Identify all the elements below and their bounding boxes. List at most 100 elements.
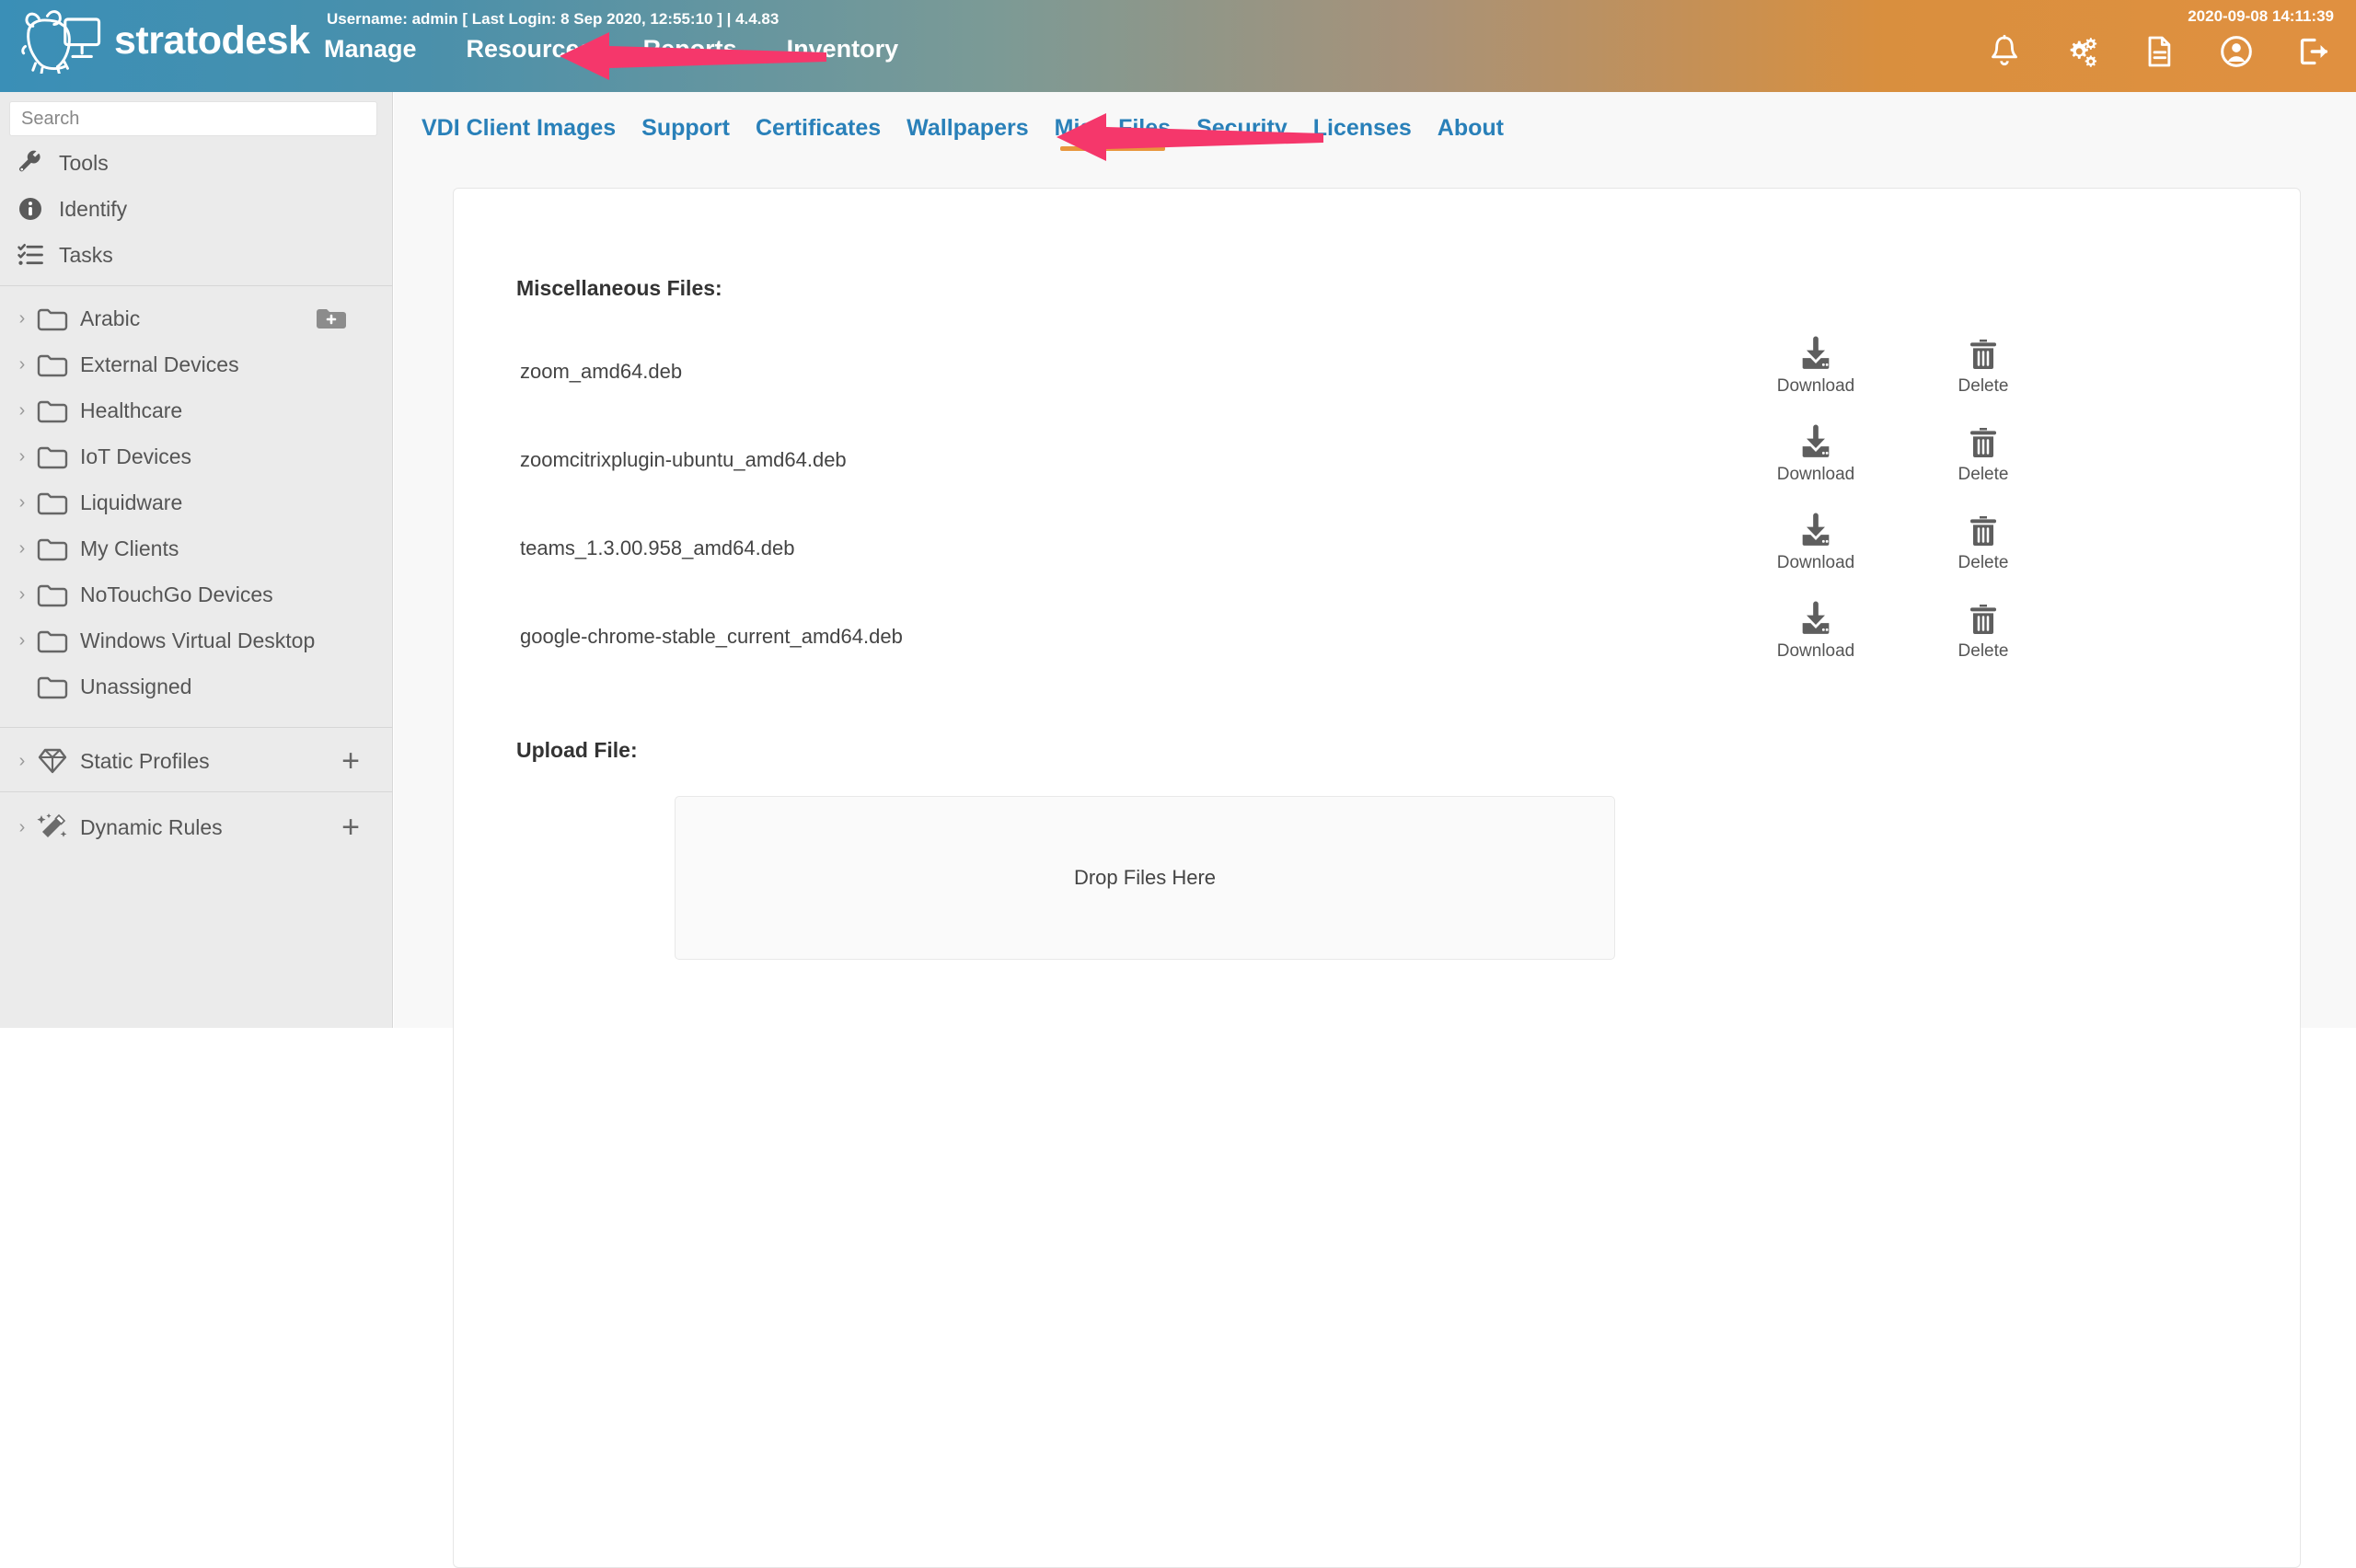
file-name: zoomcitrixplugin-ubuntu_amd64.deb — [520, 448, 847, 471]
sidebar-item-label: Tools — [59, 150, 109, 175]
chevron-right-icon[interactable]: › — [7, 493, 37, 512]
misc-files-card: Miscellaneous Files: zoom_amd64.deb Down… — [453, 188, 2301, 1568]
trash-icon — [1970, 516, 1996, 546]
tree-item-label: External Devices — [80, 352, 239, 376]
download-button[interactable]: Download — [1742, 336, 1889, 397]
sidebar-section-static-profiles[interactable]: › Static Profiles + — [0, 736, 392, 786]
add-folder-icon[interactable] — [316, 306, 347, 331]
download-label: Download — [1776, 376, 1855, 396]
misc-files-heading: Miscellaneous Files: — [516, 276, 722, 300]
sidebar-section-dynamic-rules[interactable]: › Dynamic Rules + — [0, 802, 392, 852]
download-icon — [1802, 424, 1830, 457]
trash-icon — [1970, 340, 1996, 369]
delete-label: Delete — [1958, 553, 2009, 572]
sidebar-item-label: Identify — [59, 196, 128, 221]
delete-label: Delete — [1958, 465, 2009, 484]
tree-item-my-clients[interactable]: › My Clients — [0, 526, 392, 571]
chevron-right-icon[interactable]: › — [7, 585, 37, 604]
brand-logo[interactable]: stratodesk — [20, 7, 310, 74]
sidebar-divider — [0, 285, 392, 286]
folder-icon — [37, 676, 68, 698]
tree-item-label: NoTouchGo Devices — [80, 582, 273, 606]
tree-item-iot-devices[interactable]: › IoT Devices — [0, 434, 392, 478]
delete-button[interactable]: Delete — [1910, 424, 2057, 485]
delete-button[interactable]: Delete — [1910, 336, 2057, 397]
header-datetime: 2020-09-08 14:11:39 — [2188, 7, 2334, 25]
folder-icon — [37, 308, 68, 330]
user-account-icon[interactable] — [2218, 33, 2255, 70]
tree-item-label: Liquidware — [80, 490, 183, 514]
info-circle-icon — [19, 198, 41, 220]
tab-about[interactable]: About — [1438, 115, 1504, 151]
tree-item-label: My Clients — [80, 536, 179, 560]
tab-wallpapers[interactable]: Wallpapers — [907, 115, 1028, 151]
sidebar-section-label: Dynamic Rules — [80, 814, 223, 839]
file-name: google-chrome-stable_current_amd64.deb — [520, 625, 903, 648]
sidebar: Tools Identify Tasks › Arabic › — [0, 92, 393, 1028]
chevron-right-icon[interactable]: › — [7, 355, 37, 374]
nav-reports[interactable]: Reports — [643, 35, 737, 63]
chevron-right-icon[interactable]: › — [7, 818, 37, 836]
chevron-right-icon[interactable]: › — [7, 539, 37, 558]
table-row: zoom_amd64.deb Download Delete — [454, 336, 2300, 424]
tree-item-external-devices[interactable]: › External Devices — [0, 342, 392, 386]
download-icon — [1802, 601, 1830, 634]
tree-item-arabic[interactable]: › Arabic — [0, 296, 392, 340]
file-dropzone[interactable]: Drop Files Here — [675, 796, 1615, 960]
download-icon — [1802, 336, 1830, 369]
search-input[interactable] — [9, 101, 377, 136]
chevron-right-icon[interactable]: › — [7, 447, 37, 466]
document-icon[interactable] — [2141, 33, 2177, 70]
dropzone-label: Drop Files Here — [1073, 866, 1217, 889]
tree-item-unassigned[interactable]: Unassigned — [0, 664, 392, 709]
sidebar-item-tasks[interactable]: Tasks — [17, 237, 113, 272]
tab-support[interactable]: Support — [641, 115, 730, 151]
download-button[interactable]: Download — [1742, 513, 1889, 573]
tree-item-label: Windows Virtual Desktop — [80, 628, 316, 652]
sidebar-item-tools[interactable]: Tools — [17, 145, 109, 180]
tab-vdi-client-images[interactable]: VDI Client Images — [422, 115, 616, 151]
chevron-right-icon[interactable]: › — [7, 631, 37, 650]
main-nav: Manage Resources Reports Inventory — [324, 35, 898, 63]
table-row: google-chrome-stable_current_amd64.deb D… — [454, 601, 2300, 689]
delete-label: Delete — [1958, 641, 2009, 661]
chevron-right-icon[interactable]: › — [7, 309, 37, 328]
upload-file-heading: Upload File: — [516, 738, 638, 762]
tab-security[interactable]: Security — [1196, 115, 1288, 151]
gears-icon[interactable] — [2063, 33, 2100, 70]
tree-item-label: Healthcare — [80, 398, 183, 422]
nav-resources[interactable]: Resources — [467, 35, 594, 63]
sidebar-item-label: Tasks — [59, 242, 113, 267]
tree-item-windows-virtual-desktop[interactable]: › Windows Virtual Desktop — [0, 618, 392, 663]
user-info: Username: admin [ Last Login: 8 Sep 2020… — [327, 10, 780, 28]
diamond-icon — [38, 748, 67, 774]
chevron-right-icon[interactable]: › — [7, 752, 37, 770]
tab-misc-files[interactable]: Misc. Files — [1055, 115, 1171, 151]
nav-manage[interactable]: Manage — [324, 35, 417, 63]
add-static-profile-button[interactable]: + — [341, 745, 360, 777]
logout-icon[interactable] — [2295, 33, 2332, 70]
download-button[interactable]: Download — [1742, 601, 1889, 662]
tab-certificates[interactable]: Certificates — [756, 115, 881, 151]
nav-inventory[interactable]: Inventory — [787, 35, 899, 63]
folder-icon — [37, 584, 68, 606]
tree-item-liquidware[interactable]: › Liquidware — [0, 480, 392, 525]
tree-item-label: Arabic — [80, 306, 141, 330]
tree-item-label: IoT Devices — [80, 444, 192, 468]
delete-button[interactable]: Delete — [1910, 513, 2057, 573]
download-label: Download — [1776, 641, 1855, 661]
chevron-right-icon[interactable]: › — [7, 401, 37, 420]
bell-icon[interactable] — [1986, 33, 2023, 70]
tab-licenses[interactable]: Licenses — [1313, 115, 1412, 151]
table-row: teams_1.3.00.958_amd64.deb Download Dele… — [454, 513, 2300, 601]
tree-item-healthcare[interactable]: › Healthcare — [0, 388, 392, 432]
tree-item-notouchgo-devices[interactable]: › NoTouchGo Devices — [0, 572, 392, 617]
content-area: VDI Client Images Support Certificates W… — [394, 92, 2356, 1568]
sidebar-item-identify[interactable]: Identify — [17, 191, 127, 226]
sidebar-divider — [0, 727, 392, 728]
download-button[interactable]: Download — [1742, 424, 1889, 485]
delete-button[interactable]: Delete — [1910, 601, 2057, 662]
brand-name: stratodesk — [114, 17, 310, 63]
bear-monitor-logo-icon — [21, 10, 101, 74]
add-dynamic-rule-button[interactable]: + — [341, 812, 360, 843]
